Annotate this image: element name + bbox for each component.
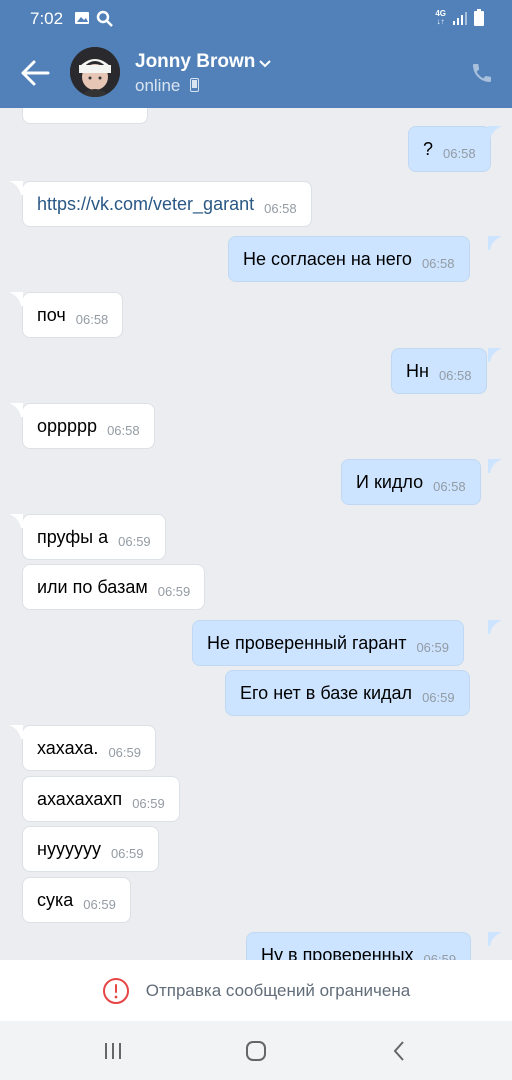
recent-apps-icon[interactable] (101, 1039, 125, 1063)
message-text: хахаха. (37, 737, 99, 758)
message-text: или по базам (37, 576, 148, 597)
message-bubble[interactable]: ахахахахп 06:59 (22, 776, 180, 822)
message-text: ? (423, 138, 434, 159)
message-text: Не согласен на него (243, 248, 412, 269)
message-time: 06:59 (423, 951, 457, 961)
home-icon[interactable] (244, 1039, 268, 1063)
message-bubble[interactable]: Его нет в базе кидал 06:59 (225, 670, 470, 716)
gallery-icon (75, 12, 89, 24)
message-text: поч (37, 304, 66, 325)
message-list[interactable]: ? 06:58 https://vk.com/veter_garant 06:58 … (0, 108, 512, 960)
message-time: 06:58 (443, 145, 476, 161)
bubble-tail (9, 403, 23, 417)
message-text: И кидло (356, 471, 424, 492)
bubble-tail (488, 932, 502, 946)
network-type: 4G ↓↑ (435, 8, 446, 26)
phone-icon[interactable] (470, 61, 494, 85)
send-restricted-banner: Отправка сообщений ограничена (0, 960, 512, 1021)
message-bubble[interactable]: И кидло 06:58 (341, 459, 481, 505)
mobile-icon (190, 78, 199, 92)
back-arrow-icon[interactable] (20, 60, 50, 86)
warning-circle-icon (102, 977, 129, 1004)
bubble-tail (9, 725, 23, 739)
message-text: Его нет в базе кидал (240, 682, 413, 703)
restriction-text: Отправка сообщений ограничена (145, 980, 411, 1000)
message-bubble[interactable]: Нн 06:58 (391, 348, 487, 394)
message-text: Нн (406, 360, 429, 381)
status-bar: 7:02 4G ↓↑ (0, 0, 512, 38)
message-time: 06:59 (108, 744, 141, 760)
signal-icon (453, 11, 467, 25)
message-time: 06:58 (433, 478, 466, 494)
message-time: 06:59 (110, 845, 144, 861)
message-text: пруфы а (37, 526, 109, 547)
message-time: 06:59 (132, 795, 165, 811)
message-time: 06:58 (421, 255, 455, 271)
message-bubble[interactable]: пруфы а 06:59 (22, 514, 166, 560)
message-time: 06:59 (422, 689, 455, 705)
message-text: ахахахахп (37, 788, 123, 809)
back-icon[interactable] (388, 1039, 412, 1063)
message-text: Не проверенный гарант (207, 632, 407, 653)
message-bubble[interactable]: или по базам 06:59 (22, 564, 206, 610)
message-bubble[interactable]: хахаха. 06:59 (22, 725, 156, 771)
battery-icon (474, 9, 484, 26)
message-text: нуууууу (37, 838, 101, 859)
bubble-tail (9, 292, 23, 306)
message-time: 06:59 (157, 583, 191, 599)
bubble-tail (488, 620, 502, 634)
contact-name[interactable]: Jonny Brown (135, 51, 255, 73)
message-bubble[interactable]: Ну в проверенных 06:59 (246, 932, 472, 961)
message-time: 06:58 (107, 422, 140, 438)
message-bubble[interactable]: сука 06:59 (22, 877, 131, 923)
bubble-tail (9, 514, 23, 528)
chevron-down-icon[interactable] (258, 56, 272, 70)
bubble-tail (9, 181, 23, 195)
search-icon (96, 10, 113, 27)
bubble-tail (488, 459, 502, 473)
message-text: орpppp (37, 415, 98, 436)
message-bubble[interactable]: поч 06:58 (22, 292, 124, 338)
message-bubble[interactable]: https://vk.com/veter_garant 06:58 (22, 181, 312, 227)
message-bubble-partial (22, 108, 148, 124)
message-bubble[interactable]: Не проверенный гарант 06:59 (192, 620, 464, 666)
message-time: 06:59 (83, 896, 116, 912)
message-text: сука (37, 889, 74, 910)
message-bubble[interactable]: орpppp 06:58 (22, 403, 155, 449)
message-link[interactable]: https://vk.com/veter_garant (37, 194, 254, 215)
system-nav-bar (0, 1021, 512, 1080)
message-time: 06:58 (264, 200, 297, 216)
chat-header: Jonny Brown online (0, 38, 512, 108)
message-bubble[interactable]: ? 06:58 (408, 126, 491, 172)
bubble-tail (488, 126, 502, 140)
message-text: Ну в проверенных (261, 944, 414, 961)
message-bubble[interactable]: нуууууу 06:59 (22, 826, 159, 872)
message-time: 06:59 (416, 639, 449, 655)
bubble-tail (488, 236, 502, 250)
contact-status: online (135, 76, 181, 95)
avatar[interactable] (70, 47, 120, 97)
message-time: 06:58 (75, 311, 109, 327)
message-time: 06:59 (118, 533, 151, 549)
message-time: 06:58 (438, 367, 472, 383)
status-time: 7:02 (30, 9, 64, 28)
message-bubble[interactable]: Не согласен на него 06:58 (228, 236, 470, 282)
bubble-tail (488, 348, 502, 362)
